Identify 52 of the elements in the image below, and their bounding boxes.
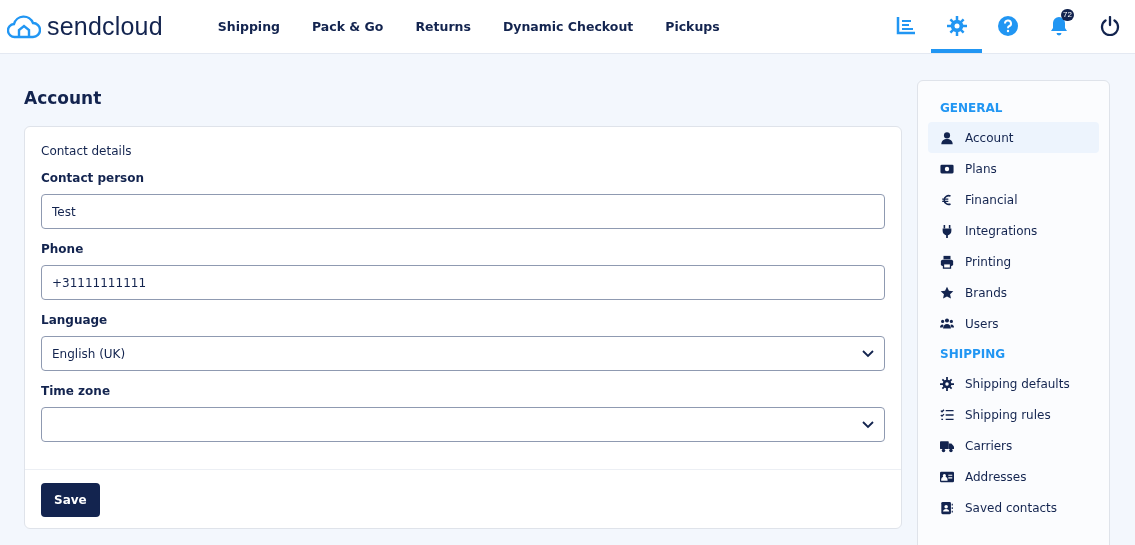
chevron-down-icon — [862, 349, 874, 358]
logo-text: sendcloud — [47, 12, 163, 41]
field-label: Phone — [41, 242, 85, 256]
bell-icon — [1049, 16, 1068, 36]
plug-icon — [940, 223, 954, 238]
page-title: Account — [24, 88, 103, 108]
checklist-icon — [940, 407, 954, 422]
users-icon — [940, 316, 954, 331]
sidebar-heading: SHIPPING — [940, 347, 1006, 361]
field-label: Contact person — [41, 171, 146, 185]
nav-link[interactable]: Dynamic Checkout — [502, 19, 634, 34]
sidebar-heading: GENERAL — [940, 101, 1003, 115]
notification-count: 72 — [1061, 9, 1074, 21]
euro-icon — [940, 192, 954, 207]
gear-icon — [940, 376, 954, 391]
id-card-icon — [940, 469, 954, 484]
star-icon — [940, 285, 954, 300]
nav-link[interactable]: Returns — [415, 19, 471, 34]
text-field[interactable]: Test — [41, 194, 885, 229]
person-icon — [940, 130, 954, 145]
contact-book-icon — [940, 500, 954, 515]
sidebar-item[interactable]: Integrations — [928, 215, 1099, 246]
settings-icon — [946, 16, 967, 36]
bar-chart-icon — [895, 17, 916, 35]
chevron-down-icon — [862, 420, 874, 429]
sidebar-item[interactable]: Shipping defaults — [928, 368, 1099, 399]
sidebar-item[interactable]: Account — [928, 122, 1099, 153]
field-label: Language — [41, 313, 109, 327]
nav-link[interactable]: Pickups — [665, 19, 720, 34]
sidebar-item[interactable]: Addresses — [928, 461, 1099, 492]
sidebar-item[interactable]: Users — [928, 308, 1099, 339]
sidebar-item[interactable]: Brands — [928, 277, 1099, 308]
power-icon — [1099, 16, 1120, 36]
sidebar-item[interactable]: Financial — [928, 184, 1099, 215]
sidebar-item[interactable]: Saved contacts — [928, 492, 1099, 523]
sidebar-item[interactable]: Carriers — [928, 430, 1099, 461]
nav-link[interactable]: Pack & Go — [312, 19, 384, 34]
nav-link[interactable]: Shipping — [217, 19, 280, 34]
sidebar-item[interactable]: Shipping rules — [928, 399, 1099, 430]
section-title: Contact details — [41, 144, 133, 158]
text-field[interactable]: +31111111111 — [41, 265, 885, 300]
sidebar-item[interactable]: Plans — [928, 153, 1099, 184]
truck-icon — [940, 438, 954, 453]
cloud-logo-icon — [7, 14, 41, 39]
save-button[interactable]: Save — [41, 483, 100, 517]
sidebar-item[interactable]: Printing — [928, 246, 1099, 277]
dropdown[interactable] — [41, 407, 885, 442]
toolbar-button[interactable]: 72 — [1033, 0, 1084, 53]
field-label: Time zone — [41, 384, 112, 398]
printer-icon — [940, 254, 954, 269]
help-icon — [997, 16, 1018, 36]
dropdown[interactable]: English (UK) — [41, 336, 885, 371]
